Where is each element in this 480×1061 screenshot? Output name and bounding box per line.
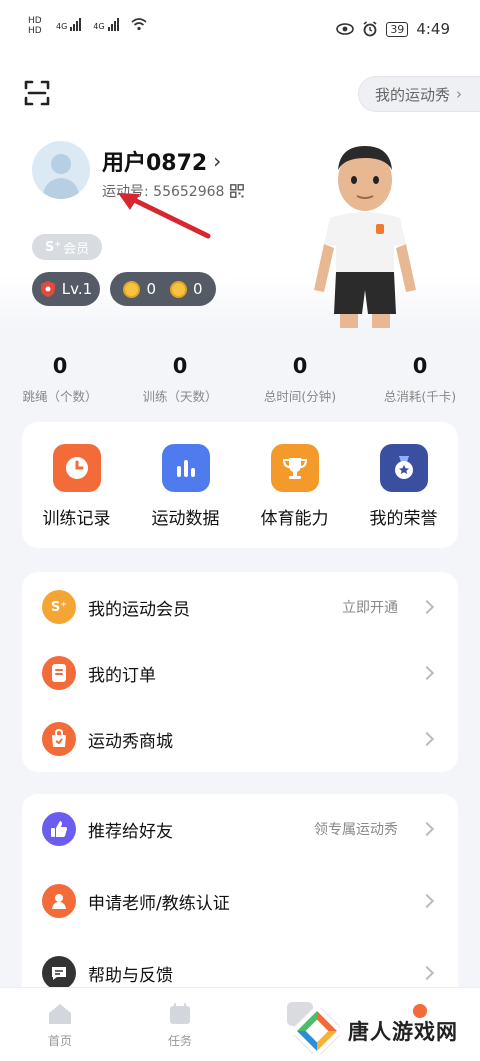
clock-icon — [52, 444, 101, 492]
level-text: Lv.1 — [61, 280, 93, 298]
home-icon — [49, 1004, 71, 1024]
chevron-right-icon — [419, 665, 435, 681]
thumbs-up-icon — [42, 812, 76, 846]
member-label: 会员 — [63, 241, 90, 257]
stat-item[interactable]: 0 跳绳（个数） — [0, 354, 120, 405]
signal-indicators: 4G 4G — [56, 18, 147, 31]
menu-item-membership[interactable]: S⁺ 我的运动会员 立即开通 — [22, 574, 458, 640]
chevron-right-icon — [419, 599, 435, 615]
stat-item[interactable]: 0 总时间(分钟) — [240, 354, 360, 405]
menu-label: 帮助与反馈 — [88, 965, 173, 986]
level-badge[interactable]: Lv.1 — [32, 272, 100, 306]
grid-item-my-honors[interactable]: 我的荣誉 — [349, 422, 458, 548]
order-icon — [42, 656, 76, 690]
stat-item[interactable]: 0 训练（天数） — [120, 354, 240, 405]
wifi-icon — [131, 18, 147, 31]
stat-value: 0 — [52, 354, 68, 378]
stat-label: 总时间(分钟) — [263, 389, 337, 404]
coin-count-1: 0 — [146, 280, 156, 298]
menu-label: 我的运动会员 — [88, 599, 190, 620]
signal-icon: 4G — [93, 18, 119, 31]
menu-card-account: S⁺ 我的运动会员 立即开通 我的订单 运动秀商城 — [22, 572, 458, 772]
medal-icon — [379, 444, 428, 492]
grid-label: 运动数据 — [151, 509, 220, 529]
vip-icon: S⁺ — [42, 590, 76, 624]
signal-icon: 4G — [56, 18, 82, 31]
stat-value: 0 — [412, 354, 428, 378]
menu-label: 申请老师/教练认证 — [88, 893, 230, 914]
scan-icon[interactable] — [24, 80, 50, 106]
chevron-right-icon — [419, 821, 435, 837]
trophy-icon — [270, 444, 319, 492]
menu-extra: 领专属运动秀 — [314, 822, 398, 838]
my-show-button[interactable]: 我的运动秀 › — [357, 76, 480, 112]
calendar-icon — [170, 1003, 190, 1024]
chevron-right-icon — [419, 893, 435, 909]
menu-item-recommend[interactable]: 推荐给好友 领专属运动秀 — [22, 796, 458, 862]
member-prefix: S⁺ — [44, 239, 62, 255]
chevron-right-icon — [419, 731, 435, 747]
menu-label: 推荐给好友 — [88, 821, 173, 842]
grid-item-sport-data[interactable]: 运动数据 — [131, 422, 240, 548]
status-bar: HD HD 4G 4G 39 4:49 — [0, 0, 480, 58]
annotation-arrow-icon — [118, 193, 211, 239]
hd-indicator: HD HD — [28, 16, 42, 36]
member-badge[interactable]: S⁺ 会员 — [32, 234, 102, 260]
default-avatar-icon — [42, 154, 80, 199]
battery-icon: 39 — [386, 21, 409, 37]
stat-label: 跳绳（个数） — [22, 389, 98, 404]
coin-count-2: 0 — [193, 280, 203, 298]
stat-value: 0 — [292, 354, 308, 378]
avatar-figure-icon[interactable] — [300, 140, 430, 330]
shop-icon — [42, 722, 76, 756]
bar-chart-icon — [161, 444, 210, 492]
username[interactable]: 用户0872 › — [102, 145, 221, 177]
grid-label: 训练记录 — [42, 509, 111, 529]
feature-grid: 训练记录 运动数据 体育能力 我的荣誉 — [22, 422, 458, 548]
user-icon — [42, 884, 76, 918]
stat-label: 总消耗(千卡) — [383, 389, 457, 404]
tab-home[interactable]: 首页 — [0, 988, 120, 1061]
chat-icon — [42, 956, 76, 990]
stats-row: 0 跳绳（个数） 0 训练（天数） 0 总时间(分钟) 0 总消耗(千卡) — [0, 354, 480, 405]
tab-label: 首页 — [47, 1034, 72, 1048]
watermark-text: 唐人游戏网 — [348, 1020, 458, 1044]
coin-icon — [123, 280, 141, 298]
grid-item-training-records[interactable]: 训练记录 — [22, 422, 131, 548]
tab-tasks[interactable]: 任务 — [120, 988, 240, 1061]
menu-label: 我的订单 — [88, 665, 156, 686]
username-text: 用户0872 — [102, 151, 208, 176]
menu-item-shop[interactable]: 运动秀商城 — [22, 706, 458, 772]
grid-label: 体育能力 — [260, 509, 329, 529]
alarm-icon — [363, 21, 377, 37]
clock-time: 4:49 — [416, 20, 450, 38]
watermark: 唐人游戏网 — [294, 1002, 474, 1060]
chevron-right-icon: › — [213, 149, 222, 173]
grid-label: 我的荣誉 — [369, 509, 438, 529]
energy-coin-icon — [170, 280, 187, 298]
my-show-label: 我的运动秀 — [374, 85, 450, 104]
menu-item-coach-certification[interactable]: 申请老师/教练认证 — [22, 868, 458, 934]
avatar[interactable] — [32, 141, 90, 199]
coins-badge[interactable]: 0 0 — [110, 272, 216, 306]
chevron-right-icon — [419, 965, 435, 981]
shield-icon — [40, 281, 55, 297]
tab-label: 任务 — [167, 1034, 192, 1048]
chevron-right-icon: › — [456, 85, 462, 103]
stat-item[interactable]: 0 总消耗(千卡) — [360, 354, 480, 405]
watermark-logo-icon — [294, 1008, 340, 1054]
menu-extra: 立即开通 — [342, 600, 398, 616]
grid-item-sport-ability[interactable]: 体育能力 — [240, 422, 349, 548]
stat-value: 0 — [172, 354, 188, 378]
menu-label: 运动秀商城 — [88, 731, 173, 752]
menu-card-more: 推荐给好友 领专属运动秀 申请老师/教练认证 帮助与反馈 — [22, 794, 458, 1014]
stat-label: 训练（天数） — [142, 389, 218, 404]
qr-code-icon[interactable] — [230, 184, 245, 198]
eye-icon — [336, 23, 355, 35]
menu-item-orders[interactable]: 我的订单 — [22, 640, 458, 706]
